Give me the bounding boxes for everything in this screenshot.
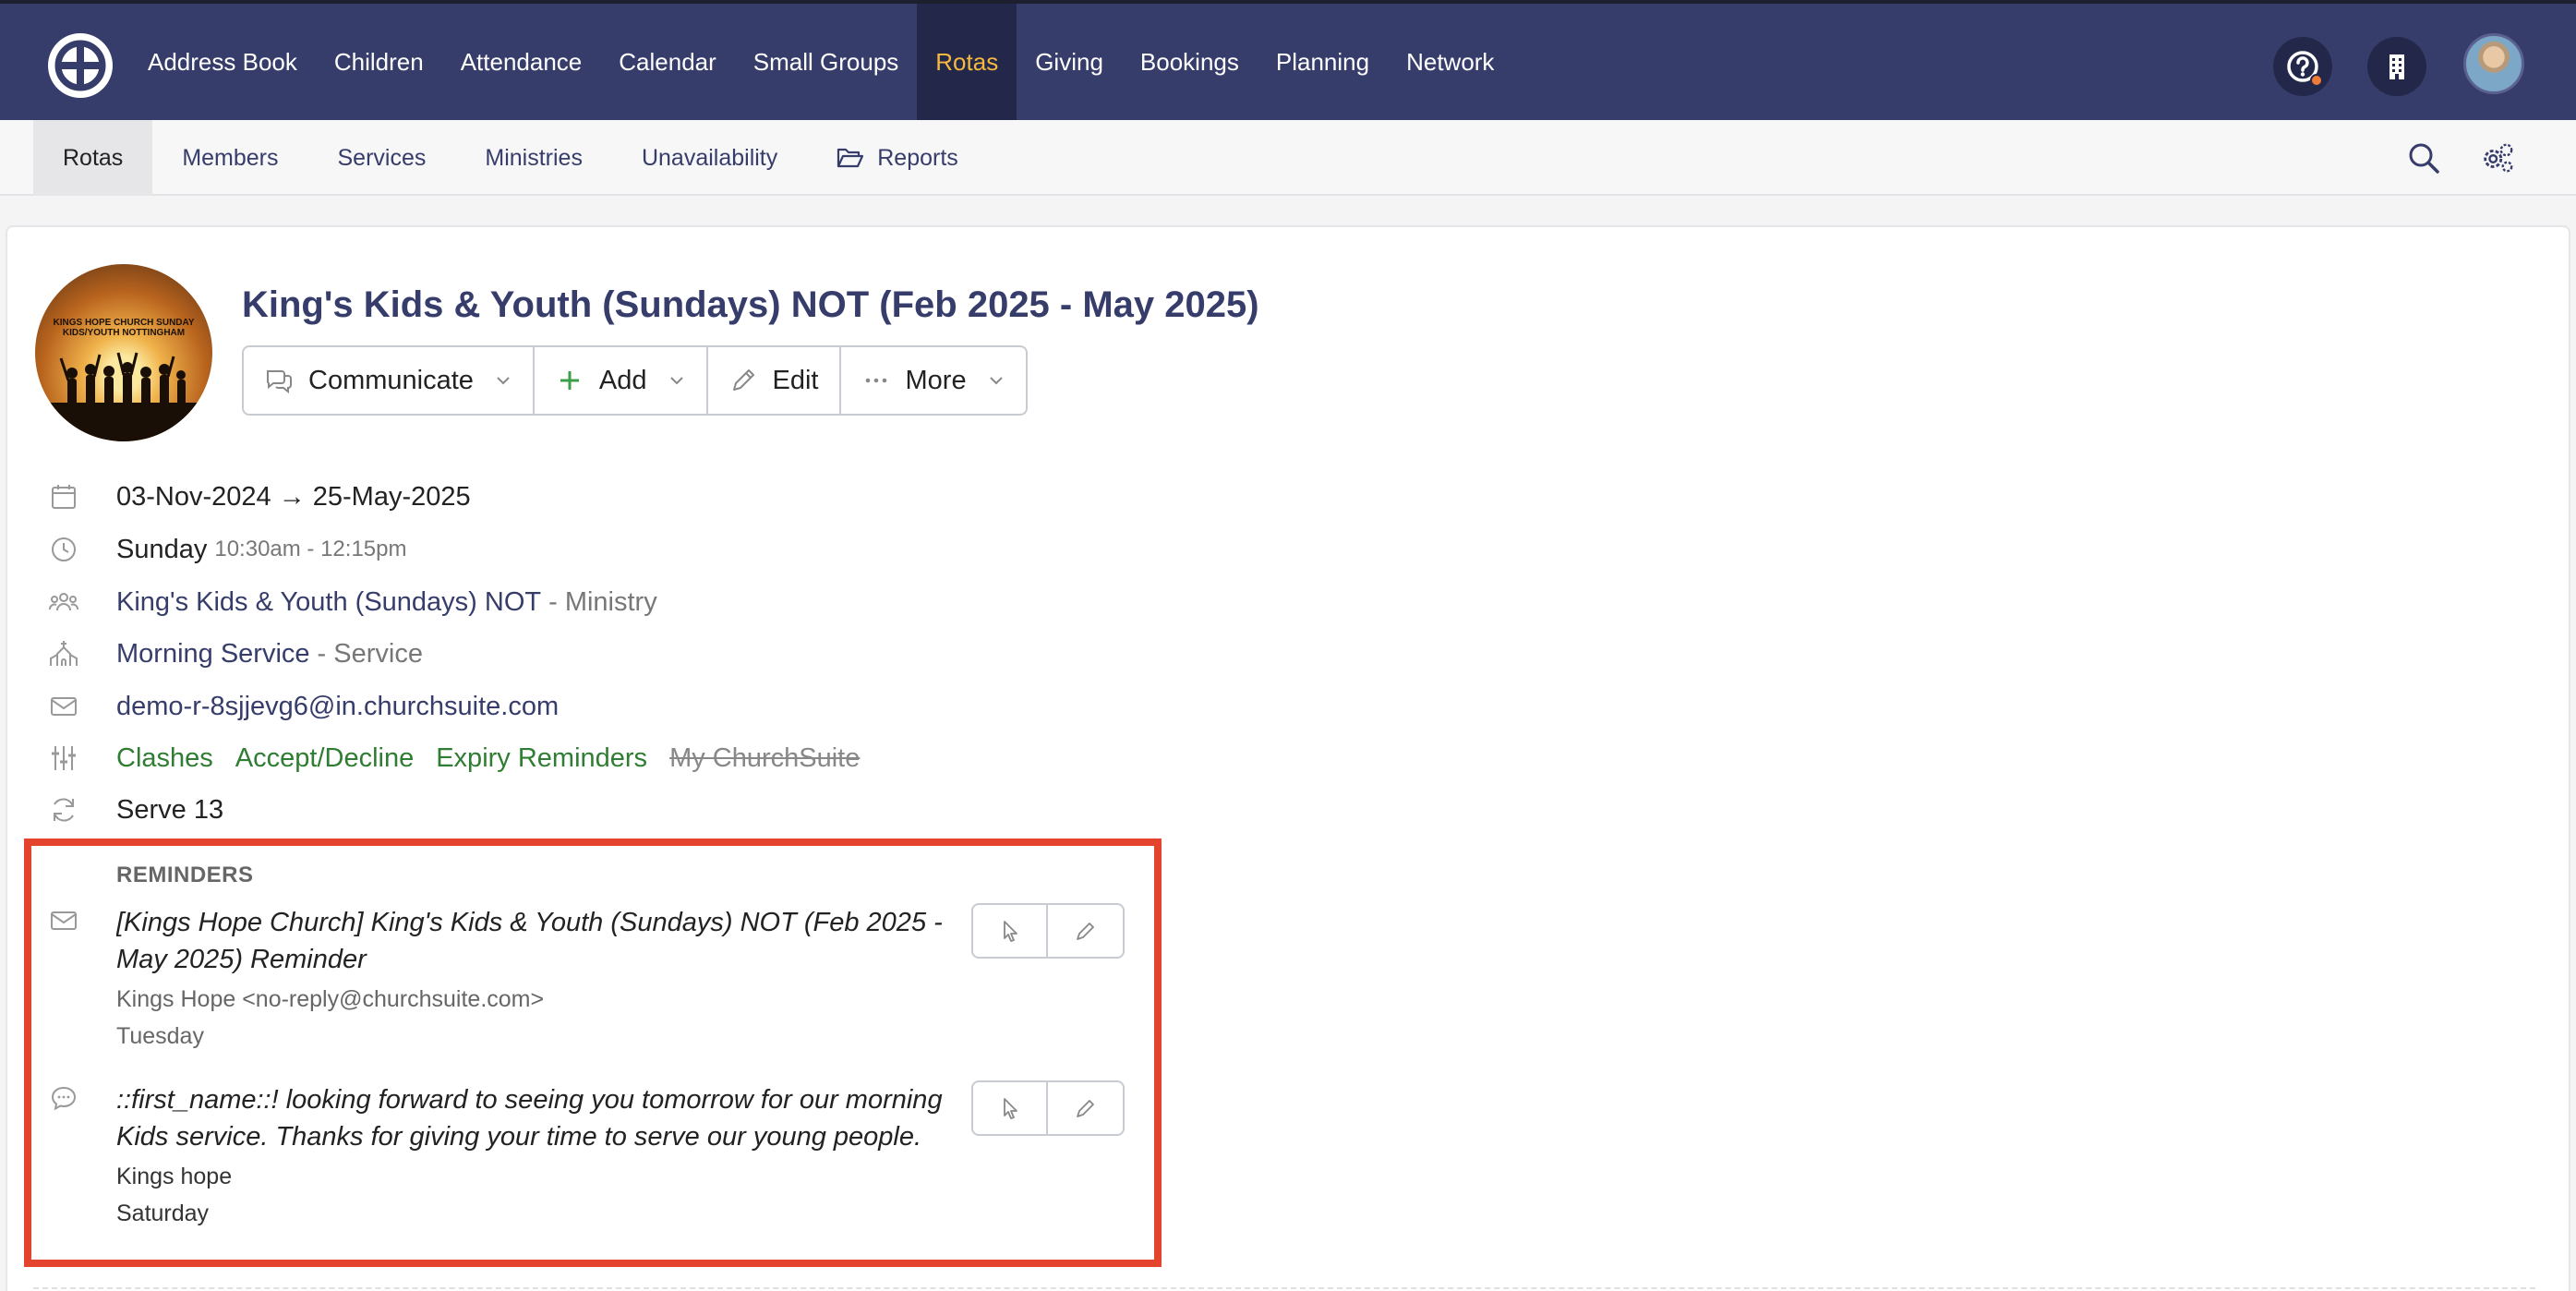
pencil-icon: [732, 369, 754, 391]
day-time-row: Sunday 10:30am - 12:15pm: [46, 529, 406, 570]
rota-action-buttons: Communicate Add Edit More: [242, 345, 1028, 416]
expiry-reminders-setting[interactable]: Expiry Reminders: [436, 743, 647, 774]
reminder-email-edit-button[interactable]: [1048, 905, 1123, 957]
search-button[interactable]: [2404, 139, 2443, 177]
accept-decline-setting[interactable]: Accept/Decline: [235, 743, 414, 774]
notification-dot: [2310, 74, 2323, 87]
cursor-pointer-icon: [1003, 921, 1017, 942]
organisation-button[interactable]: [2367, 37, 2426, 96]
gears-icon: [2484, 143, 2513, 173]
subnav-reports[interactable]: Reports: [807, 120, 988, 196]
reminder-sms-icon: [48, 1082, 81, 1116]
nav-planning[interactable]: Planning: [1258, 4, 1388, 120]
rotas-subnav: Rotas Members Services Ministries Unavai…: [33, 120, 988, 196]
settings-button[interactable]: [2478, 139, 2517, 177]
communicate-button[interactable]: Communicate: [244, 347, 535, 414]
reminder-sms-when: Saturday: [116, 1201, 210, 1226]
main-nav: Address Book Children Attendance Calenda…: [129, 4, 1512, 120]
reminder-email-preview-button[interactable]: [973, 905, 1049, 957]
email-row: demo-r-8sjjevg6@in.churchsuite.com: [46, 686, 559, 727]
subnav-unavailability[interactable]: Unavailability: [612, 120, 807, 196]
folder-open-icon: [837, 148, 864, 168]
clashes-setting[interactable]: Clashes: [116, 743, 213, 774]
nav-giving[interactable]: Giving: [1017, 4, 1122, 120]
serve-row: Serve 13: [46, 790, 223, 830]
user-avatar[interactable]: [2463, 33, 2524, 94]
help-button[interactable]: [2273, 37, 2332, 96]
pencil-icon: [1076, 923, 1094, 940]
clock-icon: [52, 537, 76, 561]
sliders-icon: [52, 746, 76, 770]
nav-bookings[interactable]: Bookings: [1122, 4, 1258, 120]
chevron-down-icon: [669, 377, 683, 385]
add-button[interactable]: Add: [535, 347, 708, 414]
subnav-services[interactable]: Services: [308, 120, 456, 196]
subnav-members[interactable]: Members: [152, 120, 307, 196]
subnav-rotas[interactable]: Rotas: [33, 120, 153, 196]
nav-calendar[interactable]: Calendar: [600, 4, 735, 120]
cursor-pointer-icon: [1003, 1098, 1017, 1119]
building-icon: [2389, 54, 2404, 79]
users-icon: [49, 593, 78, 611]
ministry-suffix: - Ministry: [548, 586, 657, 617]
reminder-sms-edit-button[interactable]: [1048, 1082, 1123, 1134]
nav-network[interactable]: Network: [1388, 4, 1512, 120]
rota-email-link[interactable]: demo-r-8sjjevg6@in.churchsuite.com: [116, 692, 559, 722]
comments-icon: [266, 370, 292, 394]
serve-count: Serve 13: [116, 794, 224, 825]
more-button[interactable]: More: [841, 347, 1026, 414]
nav-rotas[interactable]: Rotas: [917, 4, 1017, 120]
service-suffix: - Service: [317, 638, 423, 669]
service-link[interactable]: Morning Service: [116, 639, 310, 670]
reminder-email-subject: [Kings Hope Church] King's Kids & Youth …: [116, 908, 943, 974]
service-time: 10:30am - 12:15pm: [214, 537, 407, 561]
rota-image: KINGS HOPE CHURCH SUNDAY KIDS/YOUTH NOTT…: [35, 264, 212, 441]
plus-icon: [560, 371, 579, 390]
ministry-row: King's Kids & Youth (Sundays) NOT - Mini…: [46, 582, 657, 622]
chevron-down-icon: [989, 377, 1003, 385]
date-range-row: 03-Nov-2024 → 25-May-2025: [46, 477, 471, 517]
pencil-icon: [1076, 1100, 1094, 1117]
edit-label: Edit: [772, 365, 819, 395]
search-icon: [2409, 143, 2439, 174]
date-range: 03-Nov-2024 → 25-May-2025: [116, 481, 471, 512]
my-churchsuite-setting[interactable]: My ChurchSuite: [669, 743, 860, 774]
calendar-icon: [52, 485, 76, 509]
reminders-heading: REMINDERS: [116, 863, 254, 887]
settings-row: Clashes Accept/Decline Expiry Reminders …: [46, 738, 860, 778]
subnav-reports-label: Reports: [877, 144, 958, 171]
reminder-sms-message: ::first_name::! looking forward to seein…: [116, 1085, 943, 1152]
chevron-down-icon: [497, 377, 510, 385]
reminder-sms-preview-button[interactable]: [973, 1082, 1049, 1134]
reminder-sms-actions: [971, 1080, 1125, 1136]
add-label: Add: [598, 365, 647, 395]
more-label: More: [905, 365, 967, 395]
service-day: Sunday: [116, 534, 208, 564]
service-row: Morning Service - Service: [46, 633, 423, 674]
nav-address-book[interactable]: Address Book: [129, 4, 316, 120]
reminder-email-actions: [971, 903, 1125, 959]
section-divider: [33, 1287, 2535, 1289]
nav-attendance[interactable]: Attendance: [442, 4, 601, 120]
sub-navbar: Rotas Members Services Ministries Unavai…: [0, 120, 2576, 196]
church-icon: [50, 641, 78, 666]
reminder-email-icon: [48, 905, 81, 938]
churchsuite-logo-icon[interactable]: [48, 33, 113, 98]
envelope-icon: [51, 697, 77, 716]
reminder-email-from: Kings Hope <no-reply@churchsuite.com>: [116, 986, 545, 1012]
reminder-email-when: Tuesday: [116, 1023, 204, 1049]
page-title: King's Kids & Youth (Sundays) NOT (Feb 2…: [242, 284, 1259, 325]
communicate-label: Communicate: [308, 365, 474, 395]
top-navbar: Address Book Children Attendance Calenda…: [0, 0, 2576, 120]
nav-children[interactable]: Children: [316, 4, 442, 120]
refresh-icon: [54, 798, 74, 822]
ministry-link[interactable]: King's Kids & Youth (Sundays) NOT: [116, 587, 541, 618]
subnav-ministries[interactable]: Ministries: [455, 120, 612, 196]
rota-image-caption: KINGS HOPE CHURCH SUNDAY KIDS/YOUTH NOTT…: [53, 318, 195, 338]
reminder-sms-from: Kings hope: [116, 1164, 233, 1189]
nav-small-groups[interactable]: Small Groups: [735, 4, 918, 120]
ellipsis-icon: [865, 378, 886, 383]
edit-button[interactable]: Edit: [708, 347, 841, 414]
